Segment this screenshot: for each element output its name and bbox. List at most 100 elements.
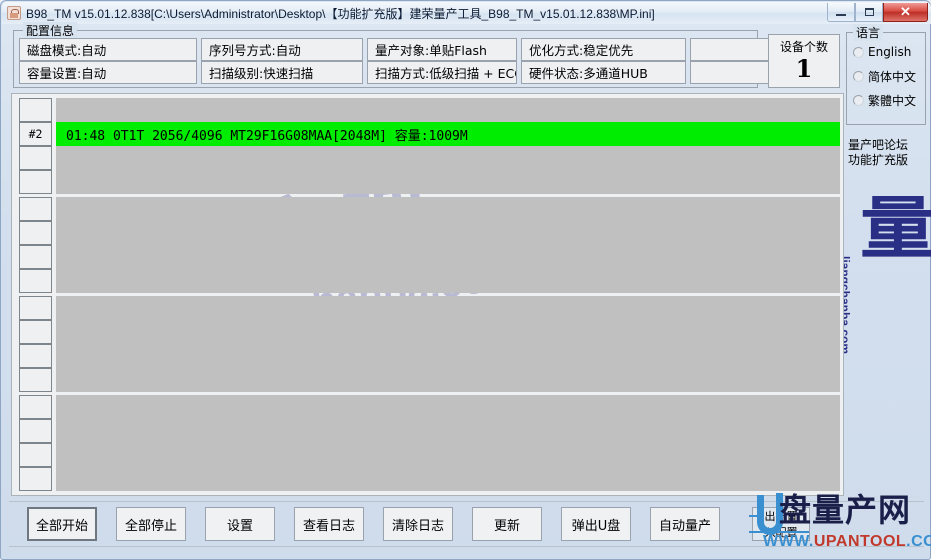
language-option-label: 简体中文 [868, 69, 917, 84]
close-button[interactable]: ✕ [883, 3, 928, 22]
action-button-7[interactable]: 自动量产 [650, 507, 720, 541]
port-id-label [19, 368, 52, 392]
import-config-button[interactable]: 入配置 [753, 524, 809, 540]
language-option-english[interactable]: English [853, 43, 911, 61]
config-spare-1 [690, 38, 770, 61]
port-group [12, 296, 843, 392]
port-row[interactable] [12, 269, 843, 293]
app-window: B98_TM v15.01.12.838[C:\Users\Administra… [0, 0, 931, 560]
port-status-bar [56, 296, 840, 320]
port-row[interactable] [12, 98, 843, 122]
config-disk-mode[interactable]: 磁盘模式:自动 [19, 38, 197, 61]
port-row[interactable] [12, 320, 843, 344]
port-group [12, 395, 843, 491]
port-row[interactable] [12, 296, 843, 320]
port-row[interactable] [12, 170, 843, 194]
language-option-simplified-chinese[interactable]: 简体中文 [853, 67, 916, 85]
port-row[interactable] [12, 467, 843, 491]
port-status-bar [56, 98, 840, 122]
config-scan-method[interactable]: 扫描方式:低级扫描 + ECC: [367, 61, 517, 84]
language-legend: 语言 [853, 24, 884, 41]
port-id-label [19, 221, 52, 245]
radio-icon [853, 46, 864, 58]
upantool-url-suffix: .COM [906, 533, 931, 550]
port-row[interactable] [12, 146, 843, 170]
action-button-bar: 全部开始 全部停止 设置 查看日志 清除日志 更新 弹出U盘 自动量产 [27, 506, 739, 542]
port-id-label: #2 [19, 122, 52, 146]
flash-chip-icon [7, 6, 21, 20]
port-status-bar-active: 01:48 0T1T 2056/4096 MT29F16G08MAA[2048M… [56, 122, 840, 146]
bottom-divider [9, 501, 924, 502]
action-button-6[interactable]: 弹出U盘 [561, 507, 631, 541]
action-button-2[interactable]: 设置 [205, 507, 275, 541]
config-hardware-status[interactable]: 硬件状态:多通道HUB [521, 61, 686, 84]
port-id-label [19, 320, 52, 344]
forum-note-line-2: 功能扩充版 [848, 153, 909, 167]
language-group: 语言 English 简体中文 繁體中文 [846, 24, 926, 125]
port-status-bar [56, 419, 840, 443]
port-status-bar [56, 395, 840, 419]
port-status-bar [56, 443, 840, 467]
port-status-bar [56, 245, 840, 269]
language-option-traditional-chinese[interactable]: 繁體中文 [853, 91, 916, 109]
port-status-bar [56, 170, 840, 194]
config-io-box: 出配置 入配置 [752, 507, 810, 541]
port-status-bar [56, 221, 840, 245]
config-capacity-setting[interactable]: 容量设置:自动 [19, 61, 197, 84]
minimize-icon [836, 14, 846, 16]
window-controls: ✕ [827, 3, 928, 22]
port-status-bar [56, 197, 840, 221]
port-id-label [19, 395, 52, 419]
action-button-3[interactable]: 查看日志 [294, 507, 364, 541]
config-row-1: 磁盘模式:自动 序列号方式:自动 量产对象:单贴Flash 优化方式:稳定优先 [19, 38, 774, 61]
port-status-bar [56, 146, 840, 170]
bottom-divider-2 [9, 546, 924, 547]
port-row[interactable] [12, 344, 843, 368]
port-row[interactable] [12, 368, 843, 392]
port-row[interactable] [12, 245, 843, 269]
port-row[interactable] [12, 443, 843, 467]
device-count-value: 1 [795, 54, 813, 83]
port-id-label [19, 296, 52, 320]
port-id-label [19, 443, 52, 467]
language-option-label: 繁體中文 [868, 93, 917, 108]
port-row[interactable] [12, 197, 843, 221]
brand-logo-glyph: 量 [860, 196, 931, 269]
maximize-icon [864, 8, 874, 16]
radio-icon [853, 94, 864, 106]
config-serial-mode[interactable]: 序列号方式:自动 [201, 38, 363, 61]
device-count-box: 设备个数 1 [768, 34, 840, 88]
port-id-label [19, 467, 52, 491]
config-target-object[interactable]: 量产对象:单贴Flash [367, 38, 517, 61]
port-group [12, 197, 843, 293]
maximize-button[interactable] [855, 3, 883, 22]
port-list-panel: 量产吧 liangchanba.com #201:48 0T1T 2056/40… [11, 93, 844, 496]
port-row[interactable] [12, 221, 843, 245]
language-option-label: English [868, 45, 912, 59]
action-button-1[interactable]: 全部停止 [116, 507, 186, 541]
window-title: B98_TM v15.01.12.838[C:\Users\Administra… [26, 6, 655, 21]
minimize-button[interactable] [827, 3, 855, 22]
config-row-2: 容量设置:自动 扫描级别:快速扫描 扫描方式:低级扫描 + ECC: 硬件状态:… [19, 61, 774, 84]
port-id-label [19, 98, 52, 122]
action-button-0[interactable]: 全部开始 [27, 507, 97, 541]
action-button-5[interactable]: 更新 [472, 507, 542, 541]
config-optimize-mode[interactable]: 优化方式:稳定优先 [521, 38, 686, 61]
port-status-bar [56, 467, 840, 491]
config-spare-2 [690, 61, 770, 84]
port-row[interactable]: #2 01:48 0T1T 2056/4096 MT29F16G08MAA[204… [12, 122, 843, 146]
forum-note-line-1: 量产吧论坛 [848, 138, 909, 152]
brand-logo: 量 liangchanba.com [836, 196, 931, 401]
radio-icon [853, 70, 864, 82]
port-row[interactable] [12, 395, 843, 419]
port-id-label [19, 197, 52, 221]
config-scan-level[interactable]: 扫描级别:快速扫描 [201, 61, 363, 84]
port-status-bar [56, 344, 840, 368]
port-id-label [19, 419, 52, 443]
device-count-label: 设备个数 [779, 40, 828, 54]
port-row[interactable] [12, 419, 843, 443]
action-button-4[interactable]: 清除日志 [383, 507, 453, 541]
port-status-bar [56, 368, 840, 392]
export-config-button[interactable]: 出配置 [753, 508, 809, 524]
upantool-url-mid: UPANTOOL [813, 533, 907, 550]
